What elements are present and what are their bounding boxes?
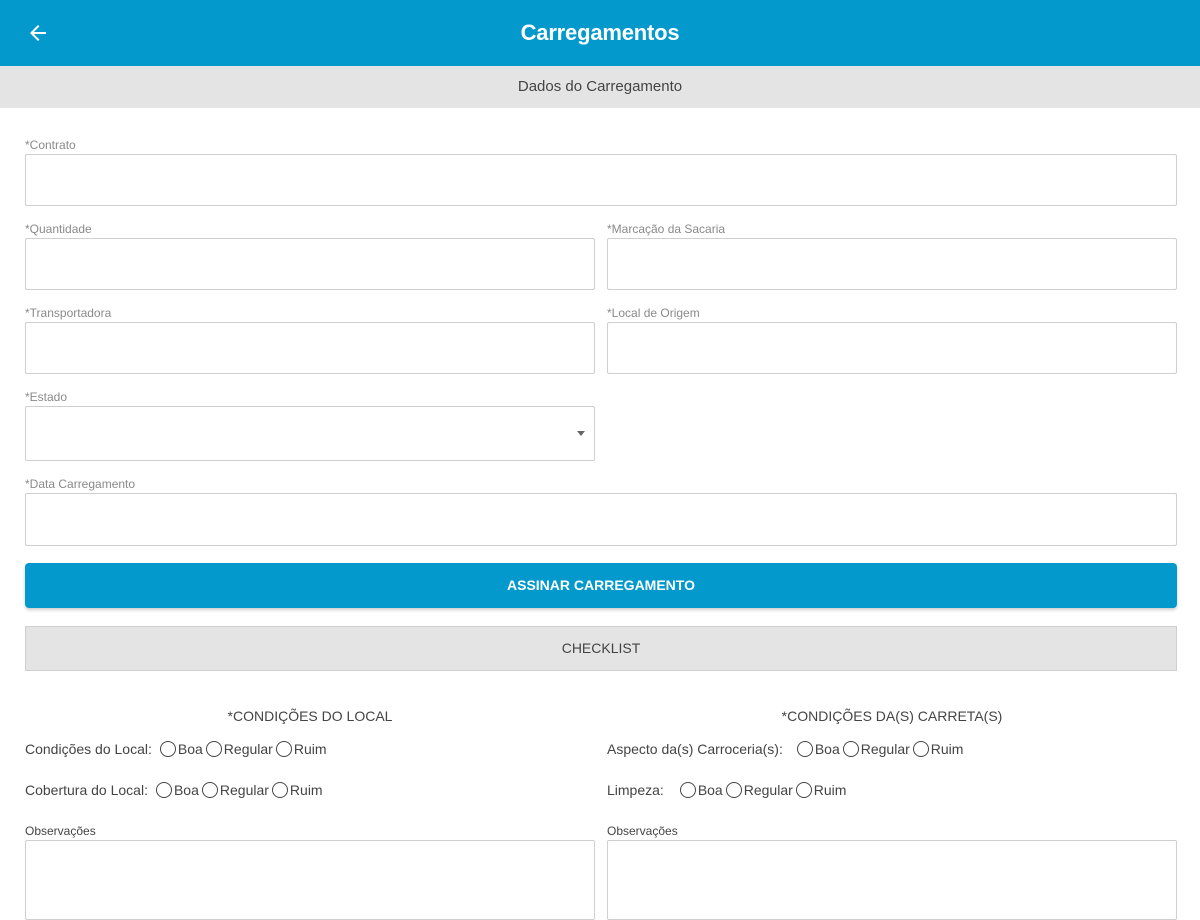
radio-aspecto-ruim[interactable]: Ruim [912, 741, 964, 757]
limpeza-row: Limpeza: Boa Regular Ruim [607, 779, 849, 801]
radio-unchecked-icon [842, 741, 859, 757]
radio-label: Regular [223, 741, 273, 757]
radio-limpeza-ruim[interactable]: Ruim [795, 782, 847, 798]
contrato-label: *Contrato [25, 138, 76, 152]
cobertura-local-row: Cobertura do Local: Boa Regular Ruim [25, 779, 326, 801]
estado-label: *Estado [25, 390, 68, 404]
observacoes-local-textarea[interactable] [25, 840, 595, 920]
assinar-carregamento-button[interactable]: ASSINAR CARREGAMENTO [25, 563, 1177, 608]
data-carregamento-input[interactable] [25, 493, 1177, 546]
radio-unchecked-icon [159, 741, 176, 757]
local-origem-label: *Local de Origem [607, 306, 700, 320]
radio-label: Regular [219, 782, 269, 798]
condicoes-local-row: Condições do Local: Boa Regular Ruim [25, 738, 330, 760]
observacoes-carreta-textarea[interactable] [607, 840, 1177, 920]
radio-condicoes-regular[interactable]: Regular [205, 741, 273, 757]
marcacao-input[interactable] [607, 238, 1177, 290]
local-origem-input[interactable] [607, 322, 1177, 374]
radio-limpeza-regular[interactable]: Regular [725, 782, 793, 798]
radio-unchecked-icon [271, 782, 288, 798]
radio-label: Regular [743, 782, 793, 798]
arrow-left-icon [30, 25, 46, 41]
radio-aspecto-boa[interactable]: Boa [796, 741, 840, 757]
radio-label: Boa [814, 741, 840, 757]
radio-unchecked-icon [796, 741, 813, 757]
data-carregamento-label: *Data Carregamento [25, 477, 136, 491]
radio-label: Ruim [289, 782, 323, 798]
radio-cobertura-boa[interactable]: Boa [155, 782, 199, 798]
radio-condicoes-boa[interactable]: Boa [159, 741, 203, 757]
quantidade-input[interactable] [25, 238, 595, 290]
transportadora-input[interactable] [25, 322, 595, 374]
radio-label: Boa [173, 782, 199, 798]
page-title: Carregamentos [520, 20, 680, 45]
aspecto-carroceria-label: Aspecto da(s) Carroceria(s): [607, 741, 783, 757]
radio-unchecked-icon [155, 782, 172, 798]
radio-cobertura-ruim[interactable]: Ruim [271, 782, 323, 798]
condicoes-local-title: *CONDIÇÕES DO LOCAL [227, 708, 393, 724]
radio-label: Boa [697, 782, 723, 798]
contrato-input[interactable] [25, 154, 1177, 206]
radio-unchecked-icon [679, 782, 696, 798]
quantidade-label: *Quantidade [25, 222, 92, 236]
radio-label: Ruim [293, 741, 327, 757]
radio-label: Ruim [813, 782, 847, 798]
checklist-button[interactable]: CHECKLIST [25, 626, 1177, 671]
section-header: Dados do Carregamento [0, 66, 1200, 108]
limpeza-label: Limpeza: [607, 782, 664, 798]
marcacao-label: *Marcação da Sacaria [607, 222, 726, 236]
radio-condicoes-ruim[interactable]: Ruim [275, 741, 327, 757]
estado-select[interactable] [25, 406, 595, 461]
radio-aspecto-regular[interactable]: Regular [842, 741, 910, 757]
radio-limpeza-boa[interactable]: Boa [679, 782, 723, 798]
radio-unchecked-icon [201, 782, 218, 798]
cobertura-local-label: Cobertura do Local: [25, 782, 148, 798]
radio-unchecked-icon [912, 741, 929, 757]
radio-label: Ruim [930, 741, 964, 757]
radio-label: Boa [177, 741, 203, 757]
back-button[interactable] [18, 13, 58, 53]
observacoes-local-label: Observações [25, 824, 96, 838]
caret-down-icon [577, 431, 585, 436]
transportadora-label: *Transportadora [25, 306, 112, 320]
aspecto-carroceria-row: Aspecto da(s) Carroceria(s): Boa Regular… [607, 738, 966, 760]
condicoes-carreta-title: *CONDIÇÕES DA(S) CARRETA(S) [781, 708, 1003, 724]
observacoes-carreta-label: Observações [607, 824, 678, 838]
radio-unchecked-icon [795, 782, 812, 798]
app-bar: Carregamentos [0, 0, 1200, 66]
radio-cobertura-regular[interactable]: Regular [201, 782, 269, 798]
radio-unchecked-icon [205, 741, 222, 757]
radio-unchecked-icon [725, 782, 742, 798]
radio-unchecked-icon [275, 741, 292, 757]
condicoes-local-label: Condições do Local: [25, 741, 152, 757]
radio-label: Regular [860, 741, 910, 757]
